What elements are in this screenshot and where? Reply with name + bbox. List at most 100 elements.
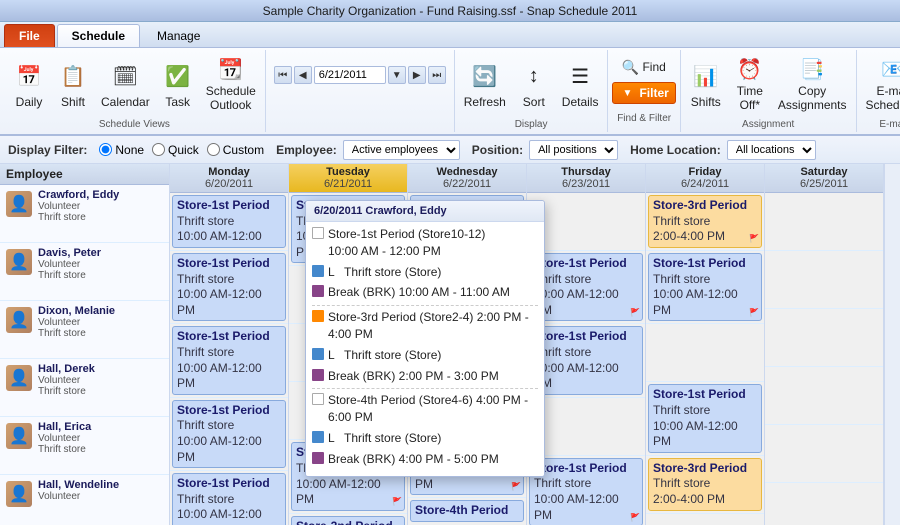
- cell-hall-erica-fri[interactable]: Store-3rd Period Thrift store 2:00-4:00 …: [646, 456, 764, 514]
- copy-assignments-icon: 📑: [796, 57, 828, 82]
- cell-davis-mon[interactable]: Store-1st Period Thrift store 10:00 AM-1…: [170, 251, 288, 324]
- shift-block[interactable]: Store-1st Period Thrift store 10:00 AM-1…: [529, 326, 643, 394]
- position-filter-label: Position:: [472, 143, 523, 157]
- nav-next-button[interactable]: ▶: [408, 66, 426, 84]
- sort-button[interactable]: ↕ Sort: [513, 55, 555, 115]
- find-button[interactable]: 🔍 Find: [612, 56, 675, 78]
- cell-davis-sat[interactable]: [765, 251, 883, 309]
- employee-item-hall-erica[interactable]: 👤 Hall, Erica Volunteer Thrift store: [0, 417, 169, 475]
- shift-icon-2: [312, 310, 324, 322]
- tooltip-popup: 6/20/2011 Crawford, Eddy Store-1st Perio…: [305, 200, 545, 477]
- nav-last-button[interactable]: ⏭: [428, 66, 446, 84]
- shift-block[interactable]: Store-1st Period Thrift store 10:00 AM-1…: [172, 400, 286, 468]
- email-schedules-button[interactable]: 📧 E-mail Schedules: [861, 55, 900, 115]
- employee-item-davis[interactable]: 👤 Davis, Peter Volunteer Thrift store: [0, 243, 169, 301]
- tooltip-header: 6/20/2011 Crawford, Eddy: [306, 201, 544, 222]
- home-location-select[interactable]: All locations: [727, 140, 816, 160]
- employee-filter-select[interactable]: Active employees: [343, 140, 460, 160]
- tooltip-item-5: L Thrift store (Store): [312, 347, 538, 364]
- employee-role-hall-derek: Volunteer: [38, 375, 163, 386]
- ribbon-tabs: File Schedule Manage: [0, 22, 900, 48]
- calendar-button[interactable]: 🗓 Calendar: [96, 55, 155, 115]
- filter-quick-radio[interactable]: [152, 143, 165, 156]
- shift-block[interactable]: Store-4th Period: [410, 500, 524, 522]
- task-button[interactable]: ✅ Task: [157, 55, 199, 115]
- employee-store-crawford: Thrift store: [38, 212, 163, 223]
- refresh-button[interactable]: 🔄 Refresh: [459, 55, 511, 115]
- task-icon: ✅: [162, 61, 194, 93]
- nav-dropdown-button[interactable]: ▼: [388, 66, 406, 84]
- employee-role-hall-erica: Volunteer: [38, 433, 163, 444]
- shift-button[interactable]: 📋 Shift: [52, 55, 94, 115]
- nav-first-button[interactable]: ⏮: [274, 66, 292, 84]
- tab-schedule[interactable]: Schedule: [57, 24, 140, 47]
- shift-icon-1: [312, 227, 324, 239]
- flag-icon: 🚩: [749, 234, 759, 244]
- details-button[interactable]: ☰ Details: [557, 55, 604, 115]
- copy-assignments-button[interactable]: 📑 Copy Assignments: [773, 55, 852, 115]
- shift-block[interactable]: Store-1st Period Thrift store 10:00 AM-1…: [172, 473, 286, 525]
- shift-block[interactable]: Store-1st Period Thrift store 10:00 AM-1…: [648, 253, 762, 321]
- shift-block[interactable]: Store-1st Period Thrift store 10:00 AM-1…: [648, 384, 762, 452]
- tooltip-text-2: L Thrift store (Store): [328, 264, 441, 281]
- shift-block[interactable]: Store-1st Period Thrift store 10:00 AM-1…: [172, 253, 286, 321]
- employee-item-hall-wendeline[interactable]: 👤 Hall, Wendeline Volunteer: [0, 475, 169, 525]
- tab-manage[interactable]: Manage: [142, 24, 215, 47]
- shift-block[interactable]: Store-1st Period Thrift store 10:00 AM-1…: [172, 195, 286, 248]
- cell-hall-erica-mon[interactable]: Store-1st Period Thrift store 10:00 AM-1…: [170, 471, 288, 525]
- employee-column: Employee 👤 Crawford, Eddy Volunteer Thri…: [0, 164, 170, 525]
- cell-crawford-sat[interactable]: [765, 193, 883, 251]
- day-cells-saturday: [765, 193, 883, 525]
- cell-hall-wendeline-fri[interactable]: [646, 514, 764, 525]
- day-name-friday: Friday: [688, 166, 721, 178]
- filter-quick-option[interactable]: Quick: [152, 143, 199, 157]
- day-date-thursday: 6/23/2011: [562, 178, 610, 190]
- cell-dixon-sat[interactable]: [765, 309, 883, 367]
- vertical-scrollbar[interactable]: [884, 164, 900, 525]
- ribbon-group-email: 📧 E-mail Schedules E-mail: [857, 50, 900, 132]
- filter-button[interactable]: ▼ Filter: [612, 82, 675, 104]
- cell-hall-derek-mon[interactable]: Store-1st Period Thrift store 10:00 AM-1…: [170, 398, 288, 471]
- ribbon-group-assignment: 📊 Shifts ⏰ Time Off* 📑 Copy Assignments …: [681, 50, 857, 132]
- day-header-friday: Friday 6/24/2011: [646, 164, 764, 193]
- shift-block[interactable]: Store-3rd Period Thrift store 2:00-4:00 …: [648, 195, 762, 248]
- employee-item-hall-derek[interactable]: 👤 Hall, Derek Volunteer Thrift store: [0, 359, 169, 417]
- title-text: Sample Charity Organization - Fund Raisi…: [263, 4, 638, 18]
- shifts-button[interactable]: 📊 Shifts: [685, 55, 727, 115]
- employee-item-dixon[interactable]: 👤 Dixon, Melanie Volunteer Thrift store: [0, 301, 169, 359]
- shift-block[interactable]: Store-1st Period Thrift store 10:00 AM-1…: [529, 253, 643, 321]
- shift-block[interactable]: Store-1st Period Thrift store 10:00 AM-1…: [172, 326, 286, 394]
- cell-hall-erica-sat[interactable]: [765, 425, 883, 483]
- cell-hall-wendeline-wed[interactable]: Store-4th Period: [408, 498, 526, 525]
- ribbon-group-schedule-views: 📅 Daily 📋 Shift 🗓 Calendar ✅ Task 📆 Sche…: [4, 50, 266, 132]
- filter-none-option[interactable]: None: [99, 143, 144, 157]
- cell-hall-wendeline-sat[interactable]: [765, 483, 883, 525]
- schedule-outlook-button[interactable]: 📆 Schedule Outlook: [201, 55, 261, 115]
- daily-button[interactable]: 📅 Daily: [8, 55, 50, 115]
- position-filter-select[interactable]: All positions: [529, 140, 618, 160]
- cell-hall-derek-fri[interactable]: Store-1st Period Thrift store 10:00 AM-1…: [646, 382, 764, 455]
- tooltip-divider-2: [312, 388, 538, 389]
- tab-file[interactable]: File: [4, 24, 55, 47]
- filter-custom-radio[interactable]: [207, 143, 220, 156]
- cell-crawford-mon[interactable]: Store-1st Period Thrift store 10:00 AM-1…: [170, 193, 288, 251]
- cell-hall-wendeline-tue[interactable]: Store-2nd Period Thrift store: [289, 514, 407, 525]
- nav-prev-button[interactable]: ◀: [294, 66, 312, 84]
- employee-name-hall-derek: Hall, Derek: [38, 363, 163, 375]
- shift-block[interactable]: Store-3rd Period Thrift store 2:00-4:00 …: [648, 458, 762, 511]
- cell-davis-fri[interactable]: Store-1st Period Thrift store 10:00 AM-1…: [646, 251, 764, 324]
- employee-item-crawford[interactable]: 👤 Crawford, Eddy Volunteer Thrift store: [0, 185, 169, 243]
- date-input[interactable]: [314, 66, 386, 84]
- shift-block[interactable]: Store-2nd Period Thrift store: [291, 516, 405, 525]
- cell-hall-derek-sat[interactable]: [765, 367, 883, 425]
- employee-name-hall-wendeline: Hall, Wendeline: [38, 479, 163, 491]
- cell-dixon-mon[interactable]: Store-1st Period Thrift store 10:00 AM-1…: [170, 324, 288, 397]
- time-off-button[interactable]: ⏰ Time Off*: [729, 55, 771, 115]
- copy-assignments-label: Copy Assignments: [778, 84, 847, 112]
- cell-dixon-fri[interactable]: [646, 324, 764, 382]
- filter-none-radio[interactable]: [99, 143, 112, 156]
- shift-block[interactable]: Store-1st Period Thrift store 10:00 AM-1…: [529, 458, 643, 525]
- day-cells-friday: Store-3rd Period Thrift store 2:00-4:00 …: [646, 193, 764, 525]
- cell-crawford-fri[interactable]: Store-3rd Period Thrift store 2:00-4:00 …: [646, 193, 764, 251]
- filter-custom-option[interactable]: Custom: [207, 143, 264, 157]
